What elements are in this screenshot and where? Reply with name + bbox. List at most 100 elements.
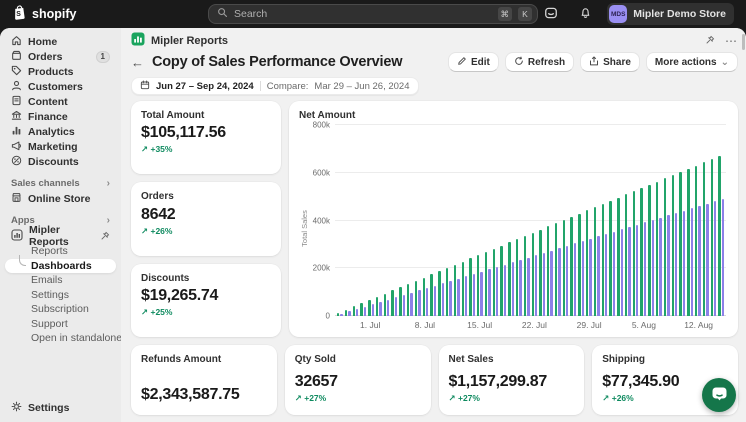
bar-compare-period[interactable] <box>503 264 507 316</box>
search-input[interactable] <box>234 8 492 20</box>
bar-compare-period[interactable] <box>674 213 678 316</box>
bar-compare-period[interactable] <box>379 301 382 316</box>
bar-current-period[interactable] <box>609 200 612 316</box>
bar-current-period[interactable] <box>687 168 690 316</box>
bar-current-period[interactable] <box>702 162 706 316</box>
bar-current-period[interactable] <box>562 220 566 316</box>
bar-compare-period[interactable] <box>713 201 717 316</box>
bar-current-period[interactable] <box>484 252 488 316</box>
global-search[interactable]: ⌘ K <box>208 4 538 24</box>
scrollbar[interactable] <box>742 34 745 50</box>
pin-icon[interactable] <box>705 32 715 50</box>
bar-compare-period[interactable] <box>698 206 701 316</box>
bar-current-period[interactable] <box>710 159 713 316</box>
sidebar-item-support[interactable]: Support <box>5 317 116 332</box>
bar-compare-period[interactable] <box>527 257 530 316</box>
edit-button[interactable]: Edit <box>447 52 499 72</box>
bar-current-period[interactable] <box>438 271 441 316</box>
bar-current-period[interactable] <box>352 306 355 316</box>
bar-current-period[interactable] <box>656 181 659 316</box>
more-actions-button[interactable]: More actions ⌄ <box>645 52 738 72</box>
bar-current-period[interactable] <box>617 197 620 316</box>
sidebar-item-subscription[interactable]: Subscription <box>5 302 116 317</box>
more-options-icon[interactable]: ⋯ <box>725 35 738 47</box>
kpi-card-net-sales[interactable]: Net Sales $1,157,299.87 ↗ +27% <box>438 345 585 415</box>
bar-compare-period[interactable] <box>581 241 584 316</box>
bar-current-period[interactable] <box>399 287 402 316</box>
bar-compare-period[interactable] <box>519 259 522 316</box>
bar-compare-period[interactable] <box>721 199 725 316</box>
bar-compare-period[interactable] <box>534 255 538 316</box>
bar-current-period[interactable] <box>375 296 379 316</box>
pin-icon[interactable] <box>100 231 110 241</box>
bar-current-period[interactable] <box>407 284 410 316</box>
bar-current-period[interactable] <box>624 194 628 316</box>
bar-current-period[interactable] <box>368 300 371 316</box>
back-button[interactable]: ← <box>131 56 144 69</box>
bar-current-period[interactable] <box>508 242 511 316</box>
bar-current-period[interactable] <box>430 274 433 316</box>
refresh-button[interactable]: Refresh <box>504 52 575 72</box>
bar-current-period[interactable] <box>515 239 519 316</box>
bar-compare-period[interactable] <box>550 250 553 316</box>
bar-current-period[interactable] <box>601 204 604 316</box>
bar-current-period[interactable] <box>663 178 667 316</box>
bar-current-period[interactable] <box>453 264 457 316</box>
bar-current-period[interactable] <box>461 261 464 316</box>
bar-compare-period[interactable] <box>589 238 592 316</box>
sidebar-item-online-store[interactable]: Online Store <box>5 191 116 206</box>
sales-channels-header[interactable]: Sales channels › <box>5 176 116 191</box>
bar-current-period[interactable] <box>445 268 449 316</box>
sidebar-item-customers[interactable]: Customers <box>5 79 116 94</box>
store-menu[interactable]: MDS Mipler Demo Store <box>607 3 734 25</box>
chat-widget-button[interactable] <box>702 378 736 412</box>
bar-compare-period[interactable] <box>706 203 709 316</box>
bar-compare-period[interactable] <box>441 283 444 316</box>
bar-compare-period[interactable] <box>597 236 600 316</box>
sidebar-item-app-settings[interactable]: Settings <box>5 288 116 303</box>
bar-compare-period[interactable] <box>457 278 460 316</box>
bar-current-period[interactable] <box>469 258 472 316</box>
sidebar-item-mipler-reports[interactable]: Mipler Reports <box>5 224 116 248</box>
bar-compare-period[interactable] <box>402 294 406 316</box>
bar-compare-period[interactable] <box>464 276 468 316</box>
bar-compare-period[interactable] <box>425 287 429 316</box>
bar-current-period[interactable] <box>422 277 425 316</box>
bar-compare-period[interactable] <box>542 252 546 316</box>
share-button[interactable]: Share <box>580 52 640 72</box>
bar-current-period[interactable] <box>671 175 674 316</box>
date-range-picker[interactable]: Jun 27 – Sep 24, 2024 Compare: Mar 29 – … <box>131 77 419 95</box>
bar-compare-period[interactable] <box>651 220 655 316</box>
bar-compare-period[interactable] <box>355 308 359 316</box>
bar-current-period[interactable] <box>523 236 527 316</box>
bar-current-period[interactable] <box>632 191 636 316</box>
bar-compare-period[interactable] <box>690 208 693 316</box>
bar-compare-period[interactable] <box>394 297 398 316</box>
sidebar-item-dashboards[interactable]: Dashboards <box>5 254 116 273</box>
sidebar-item-finance[interactable]: Finance <box>5 109 116 124</box>
kpi-card-total-amount[interactable]: Total Amount $105,117.56 ↗ +35% <box>131 101 281 175</box>
sidebar-item-discounts[interactable]: Discounts <box>5 154 116 169</box>
bar-current-period[interactable] <box>718 156 721 316</box>
bar-current-period[interactable] <box>578 213 581 316</box>
sidebar-item-settings[interactable]: Settings <box>5 400 116 415</box>
bar-compare-period[interactable] <box>418 290 421 316</box>
bar-current-period[interactable] <box>586 210 589 316</box>
bar-current-period[interactable] <box>531 232 534 316</box>
bar-compare-period[interactable] <box>496 266 499 316</box>
sidebar-item-orders[interactable]: Orders 1 <box>5 49 116 64</box>
bar-current-period[interactable] <box>547 226 550 316</box>
bar-current-period[interactable] <box>648 184 651 316</box>
bar-compare-period[interactable] <box>636 224 639 316</box>
shopify-logo[interactable]: S shopify <box>12 5 76 23</box>
bar-current-period[interactable] <box>391 290 394 316</box>
kpi-card-discounts[interactable]: Discounts $19,265.74 ↗ +25% <box>131 263 281 337</box>
sidebar-item-marketing[interactable]: Marketing <box>5 139 116 154</box>
bar-current-period[interactable] <box>593 207 597 316</box>
sidebar-item-analytics[interactable]: Analytics <box>5 124 116 139</box>
kpi-card-orders[interactable]: Orders 8642 ↗ +26% <box>131 182 281 256</box>
bar-compare-period[interactable] <box>480 271 483 316</box>
bar-current-period[interactable] <box>679 172 682 316</box>
bar-compare-period[interactable] <box>488 269 491 316</box>
bar-compare-period[interactable] <box>363 306 367 316</box>
